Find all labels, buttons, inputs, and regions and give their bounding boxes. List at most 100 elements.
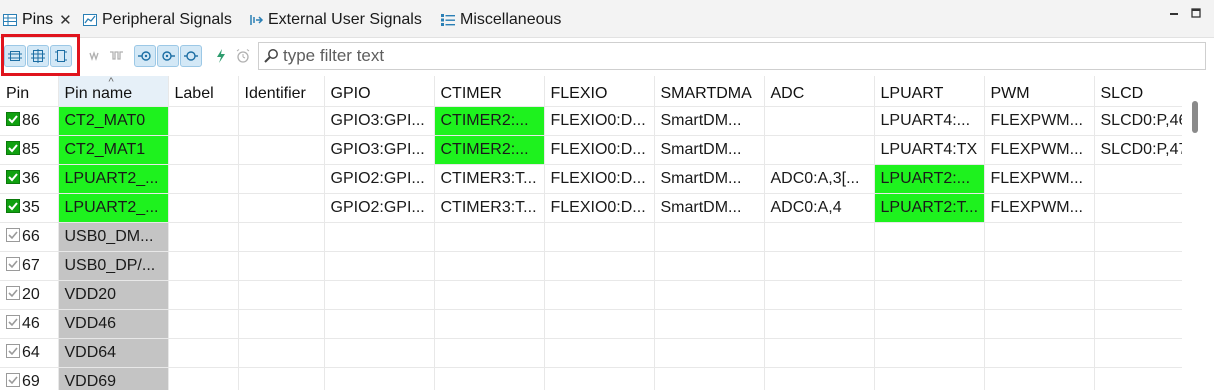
pin-name-cell[interactable]: VDD20 [58, 280, 169, 310]
pwm-cell[interactable] [984, 367, 1095, 390]
identifier-cell[interactable] [238, 309, 325, 339]
table-row[interactable]: 85 CT2_MAT1 GPIO3:GPI... CTIMER2:... FLEXIO0… [0, 135, 1182, 165]
smartdma-cell[interactable] [654, 338, 765, 368]
adc-cell[interactable] [764, 280, 875, 310]
table-row[interactable]: 36 LPUART2_... GPIO2:GPI... CTIMER3:T... FLE… [0, 164, 1182, 194]
pin-name-cell[interactable]: VDD69 [58, 367, 169, 390]
checkbox-icon[interactable] [6, 256, 20, 271]
pin-cell[interactable]: 20 [0, 280, 59, 310]
label-cell[interactable] [168, 367, 239, 390]
pin-cell[interactable]: 46 [0, 309, 59, 339]
checkbox-icon[interactable] [6, 285, 20, 300]
identifier-cell[interactable] [238, 193, 325, 223]
route-right-button[interactable] [180, 45, 202, 67]
ctimer-cell[interactable] [434, 367, 545, 390]
flexio-cell[interactable] [544, 367, 655, 390]
ctimer-cell[interactable]: CTIMER2:... [434, 135, 545, 165]
identifier-cell[interactable] [238, 135, 325, 165]
pin-name-cell[interactable]: USB0_DM... [58, 222, 169, 252]
flexio-cell[interactable] [544, 309, 655, 339]
table-row[interactable]: 20 VDD20 [0, 280, 1182, 310]
table-row[interactable]: 86 CT2_MAT0 GPIO3:GPI... CTIMER2:... FLEXIO0… [0, 106, 1182, 136]
slcd-cell[interactable] [1094, 338, 1182, 368]
adc-cell[interactable] [764, 367, 875, 390]
ctimer-cell[interactable] [434, 251, 545, 281]
pin-cell[interactable]: 35 [0, 193, 59, 223]
checkbox-icon[interactable] [6, 111, 20, 126]
smartdma-cell[interactable] [654, 309, 765, 339]
label-cell[interactable] [168, 135, 239, 165]
smartdma-cell[interactable]: SmartDM... [654, 193, 765, 223]
checkbox-icon[interactable] [6, 343, 20, 358]
checkbox-icon[interactable] [6, 140, 20, 155]
smartdma-cell[interactable]: SmartDM... [654, 135, 765, 165]
column-header-ctimer[interactable]: CTIMER [434, 76, 545, 107]
label-cell[interactable] [168, 222, 239, 252]
table-row[interactable]: 66 USB0_DM... [0, 222, 1182, 252]
route-middle-button[interactable] [157, 45, 179, 67]
flexio-cell[interactable]: FLEXIO0:D... [544, 193, 655, 223]
pwm-cell[interactable] [984, 280, 1095, 310]
clock-button[interactable] [232, 45, 254, 67]
lpuart-cell[interactable] [874, 338, 985, 368]
smartdma-cell[interactable] [654, 251, 765, 281]
table-row[interactable]: 35 LPUART2_... GPIO2:GPI... CTIMER3:T... FLE… [0, 193, 1182, 223]
pin-cell[interactable]: 86 [0, 106, 59, 136]
smartdma-cell[interactable]: SmartDM... [654, 106, 765, 136]
pwm-cell[interactable]: FLEXPWM... [984, 193, 1095, 223]
gpio-cell[interactable] [324, 309, 435, 339]
scrollbar-thumb[interactable] [1192, 101, 1198, 133]
gpio-cell[interactable]: GPIO3:GPI... [324, 135, 435, 165]
column-header-pwm[interactable]: PWM [984, 76, 1095, 107]
table-row[interactable]: 67 USB0_DP/... [0, 251, 1182, 281]
label-cell[interactable] [168, 338, 239, 368]
pwm-cell[interactable]: FLEXPWM... [984, 135, 1095, 165]
pin-name-cell[interactable]: VDD64 [58, 338, 169, 368]
route-left-button[interactable] [134, 45, 156, 67]
label-cell[interactable] [168, 193, 239, 223]
label-cell[interactable] [168, 106, 239, 136]
slcd-cell[interactable] [1094, 367, 1182, 390]
flexio-cell[interactable] [544, 222, 655, 252]
pin-name-cell[interactable]: VDD46 [58, 309, 169, 339]
lpuart-cell[interactable]: LPUART2:T... [874, 193, 985, 223]
power-button[interactable] [210, 45, 232, 67]
adc-cell[interactable] [764, 135, 875, 165]
vertical-scrollbar[interactable] [1182, 76, 1214, 390]
lpuart-cell[interactable] [874, 309, 985, 339]
flexio-cell[interactable]: FLEXIO0:D... [544, 106, 655, 136]
maximize-icon[interactable] [1190, 6, 1202, 18]
label-cell[interactable] [168, 164, 239, 194]
adc-cell[interactable]: ADC0:A,3[... [764, 164, 875, 194]
identifier-cell[interactable] [238, 164, 325, 194]
gpio-cell[interactable] [324, 251, 435, 281]
pin-cell[interactable]: 36 [0, 164, 59, 194]
checkbox-icon[interactable] [6, 372, 20, 387]
tab-pins[interactable]: Pins ✕ [2, 8, 72, 32]
pwm-cell[interactable] [984, 222, 1095, 252]
pin-name-cell[interactable]: CT2_MAT1 [58, 135, 169, 165]
column-header-gpio[interactable]: GPIO [324, 76, 435, 107]
gpio-cell[interactable] [324, 280, 435, 310]
checkbox-icon[interactable] [6, 227, 20, 242]
pin-cell[interactable]: 66 [0, 222, 59, 252]
pin-name-cell[interactable]: LPUART2_... [58, 164, 169, 194]
flexio-cell[interactable] [544, 251, 655, 281]
signal-wave-button[interactable] [86, 45, 108, 67]
tab-miscellaneous[interactable]: Miscellaneous [440, 8, 561, 32]
lpuart-cell[interactable] [874, 280, 985, 310]
label-cell[interactable] [168, 309, 239, 339]
gpio-cell[interactable] [324, 222, 435, 252]
tab-external-user-signals[interactable]: External User Signals [248, 8, 422, 32]
identifier-cell[interactable] [238, 106, 325, 136]
identifier-cell[interactable] [238, 338, 325, 368]
identifier-cell[interactable] [238, 251, 325, 281]
column-header-slcd[interactable]: SLCD [1094, 76, 1182, 107]
ctimer-cell[interactable] [434, 222, 545, 252]
ctimer-cell[interactable] [434, 338, 545, 368]
column-header-adc[interactable]: ADC [764, 76, 875, 107]
gpio-cell[interactable]: GPIO2:GPI... [324, 193, 435, 223]
smartdma-cell[interactable] [654, 280, 765, 310]
ctimer-cell[interactable] [434, 309, 545, 339]
table-row[interactable]: 69 VDD69 [0, 367, 1182, 390]
